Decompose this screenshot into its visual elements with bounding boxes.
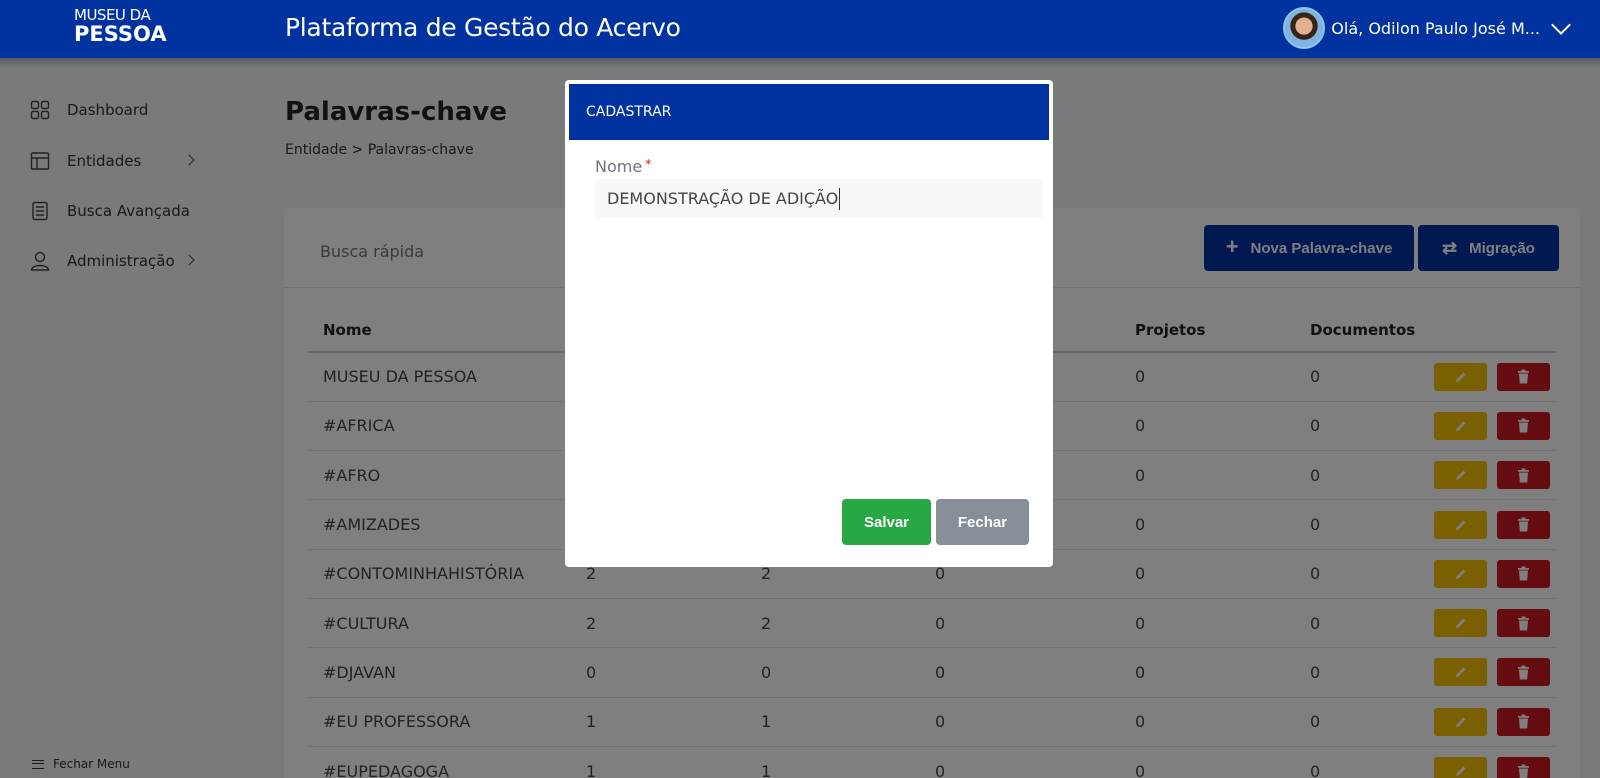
modal-header: CADASTRAR bbox=[569, 84, 1049, 140]
text-cursor bbox=[839, 188, 841, 210]
modal-title: CADASTRAR bbox=[586, 104, 672, 120]
app-title: Plataforma de Gestão do Acervo bbox=[285, 13, 681, 42]
close-button[interactable]: Fechar bbox=[936, 499, 1029, 545]
nome-label-text: Nome bbox=[595, 157, 643, 176]
user-menu[interactable]: Olá, Odilon Paulo José M... bbox=[1283, 7, 1574, 49]
logo-line-1: MUSEU DA bbox=[74, 6, 151, 24]
required-mark: * bbox=[645, 157, 652, 171]
user-greeting[interactable]: Olá, Odilon Paulo José M... bbox=[1331, 19, 1540, 38]
museu-da-pessoa-logo[interactable]: MUSEU DA PESSOA bbox=[74, 6, 167, 46]
logo-line-2: PESSOA bbox=[74, 22, 167, 46]
avatar[interactable] bbox=[1283, 7, 1326, 49]
chevron-down-icon[interactable] bbox=[1551, 15, 1571, 35]
top-bar: MUSEU DA PESSOA Plataforma de Gestão do … bbox=[0, 0, 1600, 58]
nome-input[interactable] bbox=[595, 179, 1042, 218]
nome-field-label: Nome * bbox=[595, 157, 651, 176]
register-modal: CADASTRAR Nome* Salvar Fechar bbox=[565, 80, 1053, 567]
header-shadow bbox=[0, 58, 1600, 68]
save-button[interactable]: Salvar bbox=[842, 499, 931, 545]
